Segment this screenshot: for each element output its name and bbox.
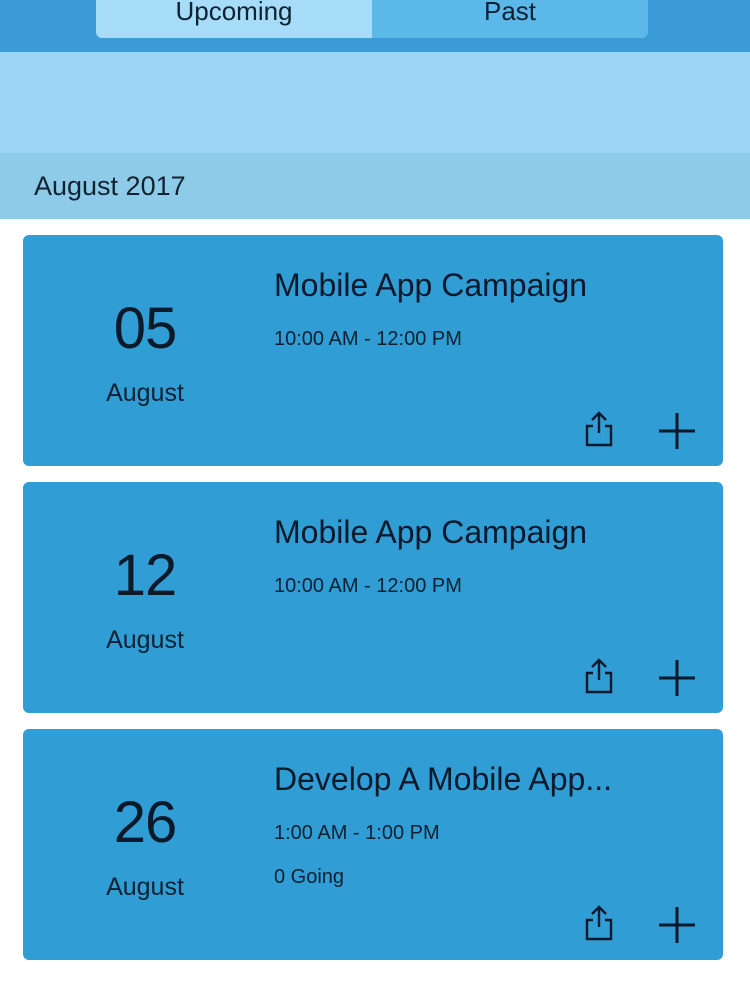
event-going-count: 0 Going (274, 866, 345, 888)
event-day: 26 (113, 790, 178, 855)
event-month: August (106, 626, 184, 654)
event-title: Mobile App Campaign (274, 267, 588, 303)
event-title: Mobile App Campaign (274, 514, 588, 550)
header-band (0, 52, 750, 153)
tab-past[interactable]: Past (372, 0, 648, 38)
plus-icon[interactable] (657, 411, 697, 451)
segmented-control: Upcoming Past (96, 0, 648, 38)
share-icon[interactable] (583, 656, 615, 696)
event-list: 05 August Mobile App Campaign 10:00 AM -… (0, 219, 750, 1000)
share-icon[interactable] (583, 409, 615, 449)
event-day: 05 (113, 296, 178, 361)
event-time: 10:00 AM - 12:00 PM (274, 328, 462, 350)
plus-icon[interactable] (657, 905, 697, 945)
event-title: Develop A Mobile App... (274, 761, 612, 797)
section-header: August 2017 (0, 153, 750, 219)
event-card[interactable]: 05 August Mobile App Campaign 10:00 AM -… (23, 235, 723, 466)
event-day: 12 (113, 543, 178, 608)
plus-icon[interactable] (657, 658, 697, 698)
event-time: 1:00 AM - 1:00 PM (274, 822, 440, 844)
event-time: 10:00 AM - 12:00 PM (274, 575, 462, 597)
event-card[interactable]: 26 August Develop A Mobile App... 1:00 A… (23, 729, 723, 960)
tab-upcoming[interactable]: Upcoming (96, 0, 372, 38)
segment-bar: Upcoming Past (0, 0, 750, 52)
section-title: August 2017 (34, 171, 186, 201)
event-card[interactable]: 12 August Mobile App Campaign 10:00 AM -… (23, 482, 723, 713)
event-month: August (106, 873, 184, 901)
share-icon[interactable] (583, 903, 615, 943)
event-month: August (106, 379, 184, 407)
